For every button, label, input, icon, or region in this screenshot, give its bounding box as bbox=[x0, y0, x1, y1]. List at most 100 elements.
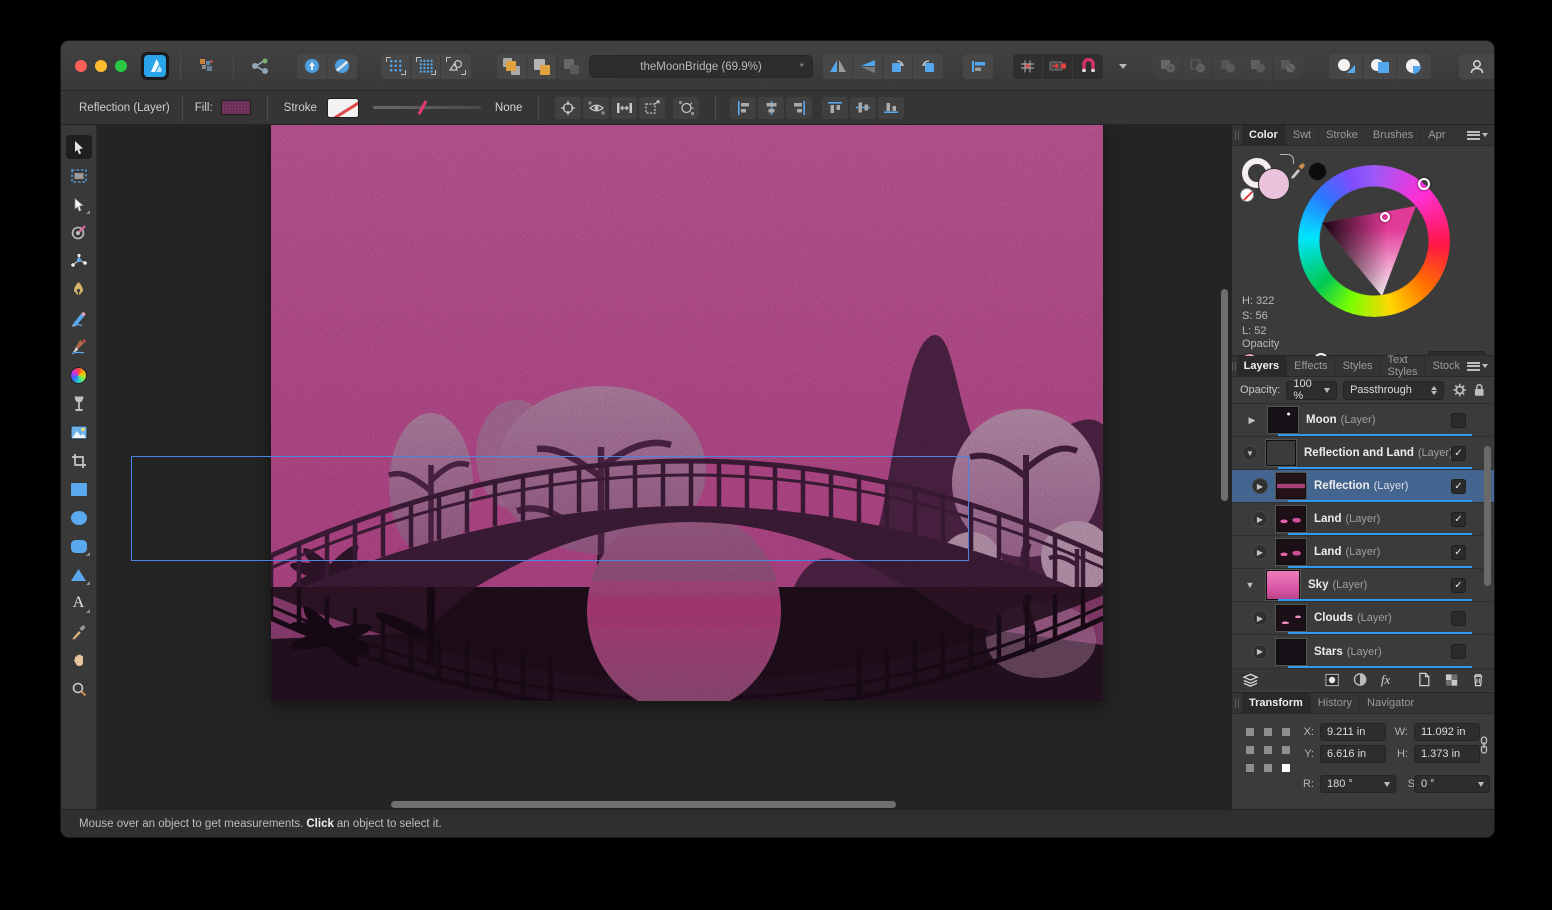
snapping-button[interactable] bbox=[1073, 54, 1103, 79]
layers-opacity-field[interactable]: 100 % bbox=[1286, 381, 1337, 400]
document-canvas[interactable] bbox=[271, 125, 1103, 701]
rotate-ccw-button[interactable] bbox=[883, 54, 913, 79]
selection-bounding-box[interactable] bbox=[131, 456, 969, 561]
insert-behind-button[interactable] bbox=[1329, 54, 1363, 79]
layer-row[interactable]: ▼ Reflection and Land (Layer) ✓ bbox=[1232, 437, 1494, 470]
layer-fx-icon[interactable]: fx bbox=[1381, 672, 1390, 688]
transparency-tool[interactable] bbox=[66, 392, 92, 416]
layer-thumbnail[interactable] bbox=[1276, 539, 1306, 565]
expand-arrow-icon[interactable]: ▶ bbox=[1252, 610, 1268, 626]
tab-navigator[interactable]: Navigator bbox=[1360, 693, 1421, 713]
vector-brush-tool[interactable] bbox=[66, 335, 92, 359]
color-panel-menu-button[interactable] bbox=[1467, 125, 1494, 145]
alignment-button[interactable] bbox=[963, 54, 993, 79]
app-icon[interactable] bbox=[141, 52, 169, 80]
horizontal-scrollbar[interactable] bbox=[391, 801, 896, 808]
layer-visibility-checkbox[interactable] bbox=[1451, 611, 1466, 626]
layer-visibility-checkbox[interactable]: ✓ bbox=[1451, 512, 1466, 527]
adjustment-icon[interactable] bbox=[1353, 672, 1367, 687]
flip-vertical-button[interactable] bbox=[853, 54, 883, 79]
account-button[interactable] bbox=[1459, 54, 1495, 79]
no-color-swatch[interactable] bbox=[1240, 188, 1254, 202]
rectangle-tool[interactable] bbox=[66, 477, 92, 501]
panel-grip[interactable] bbox=[1232, 125, 1242, 145]
add-layer-icon[interactable] bbox=[1418, 672, 1430, 687]
alignment-handles-button[interactable] bbox=[611, 97, 637, 119]
layer-thumbnail[interactable] bbox=[1266, 440, 1296, 466]
color-picker-tool[interactable] bbox=[66, 620, 92, 644]
align-right-button[interactable] bbox=[786, 97, 812, 119]
align-center-button[interactable] bbox=[758, 97, 784, 119]
layer-mask-icon[interactable] bbox=[1325, 673, 1339, 687]
expand-arrow-icon[interactable]: ▶ bbox=[1252, 478, 1268, 494]
collapse-arrow-icon[interactable]: ▼ bbox=[1242, 445, 1258, 461]
cycle-selection-box-button[interactable] bbox=[673, 97, 699, 119]
move-to-back-button[interactable] bbox=[527, 54, 557, 79]
rotation-dropdown[interactable]: 180 ° bbox=[1320, 775, 1396, 793]
tab-stroke[interactable]: Stroke bbox=[1319, 125, 1366, 145]
tab-brushes[interactable]: Brushes bbox=[1366, 125, 1421, 145]
close-button[interactable] bbox=[75, 60, 87, 72]
blend-options-gear-icon[interactable] bbox=[1452, 382, 1467, 398]
align-bottom-button[interactable] bbox=[878, 97, 904, 119]
pen-tool[interactable] bbox=[66, 278, 92, 302]
layer-row[interactable]: ▶ Stars (Layer) bbox=[1232, 635, 1494, 668]
boolean-intersect-button[interactable] bbox=[1213, 54, 1243, 79]
layer-row-selected[interactable]: ▶ Reflection (Layer) ✓ bbox=[1232, 470, 1494, 503]
shear-dropdown[interactable]: 0 ° bbox=[1414, 775, 1490, 793]
tab-effects[interactable]: Effects bbox=[1287, 356, 1335, 376]
stroke-swatch[interactable] bbox=[327, 98, 359, 118]
document-tab[interactable]: theMoonBridge (69.9%) * bbox=[589, 55, 813, 78]
expand-arrow-icon[interactable]: ▶ bbox=[1252, 644, 1268, 660]
ellipse-tool[interactable] bbox=[66, 506, 92, 530]
align-middle-button[interactable] bbox=[850, 97, 876, 119]
collapse-arrow-icon[interactable]: ▼ bbox=[1242, 577, 1258, 593]
badge-disabled-button[interactable] bbox=[327, 54, 357, 79]
tab-layers[interactable]: Layers bbox=[1237, 356, 1287, 376]
force-pixel-alignment-button[interactable] bbox=[1043, 54, 1073, 79]
layer-row[interactable]: ▶ Land (Layer) ✓ bbox=[1232, 503, 1494, 536]
hide-selection-button[interactable] bbox=[583, 97, 609, 119]
w-field[interactable]: 11.092 in bbox=[1414, 723, 1480, 741]
tab-text-styles[interactable]: Text Styles bbox=[1381, 356, 1426, 376]
snapping-options-caret[interactable] bbox=[1119, 64, 1127, 69]
boolean-xor-button[interactable] bbox=[1243, 54, 1273, 79]
lock-icon[interactable] bbox=[1473, 382, 1486, 398]
blend-mode-dropdown[interactable]: Passthrough bbox=[1343, 381, 1444, 400]
tab-swatches[interactable]: Swt bbox=[1286, 125, 1319, 145]
minimize-button[interactable] bbox=[95, 60, 107, 72]
layer-row[interactable]: ▶ Clouds (Layer) bbox=[1232, 602, 1494, 635]
align-left-button[interactable] bbox=[730, 97, 756, 119]
h-field[interactable]: 1.373 in bbox=[1414, 745, 1480, 763]
layer-visibility-checkbox[interactable] bbox=[1451, 644, 1466, 659]
tab-styles[interactable]: Styles bbox=[1336, 356, 1381, 376]
layers-panel-menu-button[interactable] bbox=[1467, 356, 1494, 376]
fill-tool[interactable] bbox=[66, 363, 92, 387]
hue-selector[interactable] bbox=[1418, 178, 1430, 190]
align-top-button[interactable] bbox=[822, 97, 848, 119]
insert-inside-button[interactable] bbox=[1363, 54, 1397, 79]
transform-origin-button[interactable] bbox=[555, 97, 581, 119]
canvas-viewport[interactable] bbox=[97, 125, 1233, 811]
marquee-grid-button[interactable] bbox=[381, 54, 411, 79]
move-tool[interactable] bbox=[66, 135, 92, 159]
expand-arrow-icon[interactable]: ▶ bbox=[1244, 412, 1260, 428]
node-tool[interactable] bbox=[66, 192, 92, 216]
layer-row[interactable]: ▼ Sky (Layer) ✓ bbox=[1232, 569, 1494, 602]
layer-thumbnail[interactable] bbox=[1276, 639, 1306, 665]
pixel-grid-button[interactable] bbox=[1013, 54, 1043, 79]
triangle-tool[interactable] bbox=[66, 563, 92, 587]
tab-appearance[interactable]: Apr bbox=[1421, 125, 1452, 145]
delete-layer-icon[interactable] bbox=[1472, 672, 1484, 687]
pixel-persona-button[interactable] bbox=[192, 54, 222, 79]
layer-row[interactable]: ▶ Land (Layer) ✓ bbox=[1232, 536, 1494, 569]
layer-visibility-checkbox[interactable]: ✓ bbox=[1451, 479, 1466, 494]
pencil-tool[interactable] bbox=[66, 306, 92, 330]
y-field[interactable]: 6.616 in bbox=[1320, 745, 1386, 763]
tab-history[interactable]: History bbox=[1311, 693, 1360, 713]
stroke-width-slider[interactable] bbox=[373, 106, 481, 109]
zoom-tool[interactable] bbox=[66, 677, 92, 701]
boolean-subtract-button[interactable]: − bbox=[1183, 54, 1213, 79]
transform-separately-button[interactable] bbox=[639, 97, 665, 119]
corner-tool[interactable] bbox=[66, 221, 92, 245]
